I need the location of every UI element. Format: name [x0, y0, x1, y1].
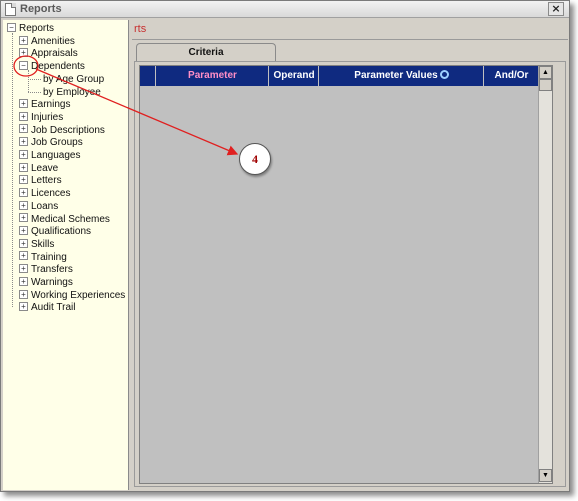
expand-icon[interactable]: + [19, 124, 28, 134]
column-header-parameter[interactable]: Parameter [157, 66, 269, 86]
tree-item-label: Letters [31, 175, 62, 187]
tree-item-job-descriptions[interactable]: + Job Descriptions [19, 124, 105, 137]
criteria-grid: Parameter Operand Parameter Values And/O… [139, 65, 553, 484]
tree-item-label: Qualifications [31, 226, 92, 238]
collapse-icon[interactable]: − [19, 60, 28, 70]
tree-connector [28, 69, 29, 93]
expand-icon[interactable]: + [19, 302, 28, 312]
grid-header: Parameter Operand Parameter Values And/O… [140, 66, 538, 86]
expand-icon[interactable]: + [19, 226, 28, 236]
close-button[interactable]: × [548, 2, 564, 16]
column-header-parameter-values-label: Parameter Values [354, 70, 438, 81]
tree-item-medical-schemes[interactable]: + Medical Schemes [19, 213, 110, 226]
tree-item-loans[interactable]: + Loans [19, 200, 58, 213]
expand-icon[interactable]: + [19, 162, 28, 172]
tree-item-label: Skills [31, 238, 55, 250]
report-tree: − Reports + Amenities + Appraisals − Dependents… [3, 20, 129, 490]
magnifier-icon[interactable] [439, 69, 449, 79]
tree-item-letters[interactable]: + Letters [19, 174, 62, 187]
reports-window: Reports × − Reports + Amenities + Appraisals −… [0, 0, 570, 492]
tree-connector [28, 78, 41, 80]
tree-item-label: Leave [31, 162, 59, 174]
column-header-and-or[interactable]: And/Or [485, 66, 538, 86]
tree-item-label: Injuries [31, 111, 64, 123]
tree-item-label: Job Groups [31, 137, 83, 149]
expand-icon[interactable]: + [19, 48, 28, 58]
tree-item-earnings[interactable]: + Earnings [19, 98, 70, 111]
tree-item-injuries[interactable]: + Injuries [19, 111, 63, 124]
tree-item-label: Medical Schemes [31, 213, 110, 225]
tree-item-label: Training [31, 251, 67, 263]
panel-title: rts [134, 23, 147, 35]
scroll-down-button[interactable]: ▼ [539, 469, 552, 482]
row-selector-header [140, 66, 156, 86]
expand-icon[interactable]: + [19, 99, 28, 109]
tree-item-licences[interactable]: + Licences [19, 187, 70, 200]
tree-item-training[interactable]: + Training [19, 251, 67, 264]
tree-item-qualifications[interactable]: + Qualifications [19, 225, 91, 238]
tree-item-label: Loans [31, 200, 59, 212]
expand-icon[interactable]: + [19, 276, 28, 286]
expand-icon[interactable]: + [19, 289, 28, 299]
panel-title-bar: rts [132, 20, 568, 40]
scroll-up-button[interactable]: ▲ [539, 66, 552, 79]
tab-criteria[interactable]: Criteria [136, 43, 276, 62]
tree-connector [12, 32, 13, 308]
expand-icon[interactable]: + [19, 35, 28, 45]
tree-item-audit-trail[interactable]: + Audit Trail [19, 301, 75, 314]
tree-root-label: Reports [19, 23, 55, 34]
expand-icon[interactable]: + [19, 264, 28, 274]
expand-icon[interactable]: + [19, 251, 28, 261]
tree-item-appraisals[interactable]: + Appraisals [19, 47, 78, 60]
expand-icon[interactable]: + [19, 111, 28, 121]
title-bar[interactable]: Reports × [1, 1, 569, 18]
scroll-thumb[interactable] [539, 79, 552, 91]
tree-item-label: Dependents [31, 61, 85, 73]
tree-item-warnings[interactable]: + Warnings [19, 276, 73, 289]
vertical-scrollbar[interactable]: ▲ ▼ [538, 66, 552, 483]
tree-item-label: Job Descriptions [31, 124, 105, 136]
tree-subitem-label: by Employee [43, 86, 101, 98]
expand-icon[interactable]: + [19, 213, 28, 223]
tree-item-label: Transfers [31, 264, 73, 276]
expand-icon[interactable]: + [19, 187, 28, 197]
expand-icon[interactable]: + [19, 200, 28, 210]
tree-item-amenities[interactable]: + Amenities [19, 35, 75, 48]
tree-item-label: Licences [31, 188, 71, 200]
tree-item-label: Languages [31, 150, 81, 161]
tree-item-label: Audit Trail [31, 302, 76, 314]
tree-item-job-groups[interactable]: + Job Groups [19, 136, 83, 149]
expand-icon[interactable]: + [19, 149, 28, 159]
expand-icon[interactable]: + [19, 175, 28, 185]
tree-item-label: Appraisals [31, 48, 78, 60]
tree-item-label: Warnings [31, 277, 73, 288]
tree-root[interactable]: − Reports [7, 22, 54, 35]
tree-connector [28, 91, 41, 93]
expand-icon[interactable]: + [19, 137, 28, 147]
tree-subitem-by-employee[interactable]: by Employee [43, 86, 101, 99]
collapse-icon[interactable]: − [7, 22, 16, 32]
window-title: Reports [20, 3, 62, 15]
tree-item-transfers[interactable]: + Transfers [19, 263, 73, 276]
column-header-operand[interactable]: Operand [270, 66, 319, 86]
callout-number: 4 [239, 143, 271, 175]
tree-item-label: Earnings [31, 99, 71, 111]
tree-item-languages[interactable]: + Languages [19, 149, 81, 162]
tree-subitem-label: by Age Group [43, 73, 105, 85]
tree-item-label: Amenities [31, 35, 75, 47]
tree-item-skills[interactable]: + Skills [19, 238, 54, 251]
expand-icon[interactable]: + [19, 238, 28, 248]
tree-item-label: Working Experiences [31, 289, 126, 301]
tree-item-working-experiences[interactable]: + Working Experiences [19, 289, 125, 302]
tree-subitem-by-age-group[interactable]: by Age Group [43, 73, 104, 86]
tree-item-leave[interactable]: + Leave [19, 162, 58, 175]
report-document-icon [5, 3, 16, 16]
column-header-parameter-values[interactable]: Parameter Values [320, 66, 484, 86]
